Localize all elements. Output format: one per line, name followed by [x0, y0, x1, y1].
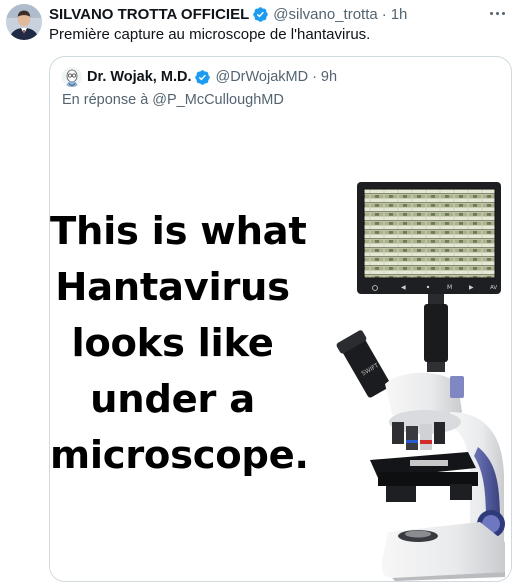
author-name[interactable]: SILVANO TROTTA OFFICIEL	[49, 6, 249, 23]
tweet-text: Première capture au microscope de l'hant…	[49, 26, 371, 43]
quoted-author-handle[interactable]: @DrWojakMD	[215, 69, 308, 85]
tweet: SILVANO TROTTA OFFICIEL @silvano_trotta …	[0, 0, 518, 585]
quoted-author-avatar[interactable]	[62, 67, 82, 87]
microscope-illustration: ◀ M ▶ AV SWIFT	[336, 182, 505, 581]
meme-caption-line: under a	[90, 377, 255, 422]
screen-button-label: ◀	[401, 284, 406, 291]
meme-caption-line: microscope.	[50, 433, 309, 478]
meme-caption-line: Hantavirus	[55, 265, 290, 310]
verified-badge-icon	[195, 69, 211, 85]
separator-dot: ·	[381, 5, 387, 23]
screen-button-label: ▶	[469, 284, 474, 291]
tweet-timestamp[interactable]: 1h	[391, 6, 408, 23]
meme-caption-line: looks like	[71, 321, 274, 366]
quoted-tweet-timestamp[interactable]: 9h	[321, 69, 337, 85]
screen-button-label: M	[447, 284, 452, 291]
quoted-author-name[interactable]: Dr. Wojak, M.D.	[87, 69, 191, 85]
author-handle[interactable]: @silvano_trotta	[273, 6, 377, 23]
tweet-header: SILVANO TROTTA OFFICIEL @silvano_trotta …	[49, 4, 407, 24]
author-avatar[interactable]	[6, 4, 42, 40]
meme-caption: This is what Hantavirus looks like under…	[50, 204, 309, 484]
quoted-tweet-card[interactable]: Dr. Wojak, M.D. @DrWojakMD · 9h En répon…	[49, 56, 512, 582]
meme-caption-line: This is what	[50, 209, 307, 254]
screen-button-label: AV	[490, 285, 497, 291]
reply-to-text: En réponse à @P_McCulloughMD	[62, 92, 284, 108]
more-options-icon[interactable]	[486, 4, 508, 22]
separator-dot: ·	[312, 69, 317, 85]
quoted-tweet-header: Dr. Wojak, M.D. @DrWojakMD · 9h	[87, 67, 337, 87]
quoted-tweet-image[interactable]: This is what Hantavirus looks like under…	[50, 122, 511, 581]
verified-badge-icon	[253, 6, 269, 22]
